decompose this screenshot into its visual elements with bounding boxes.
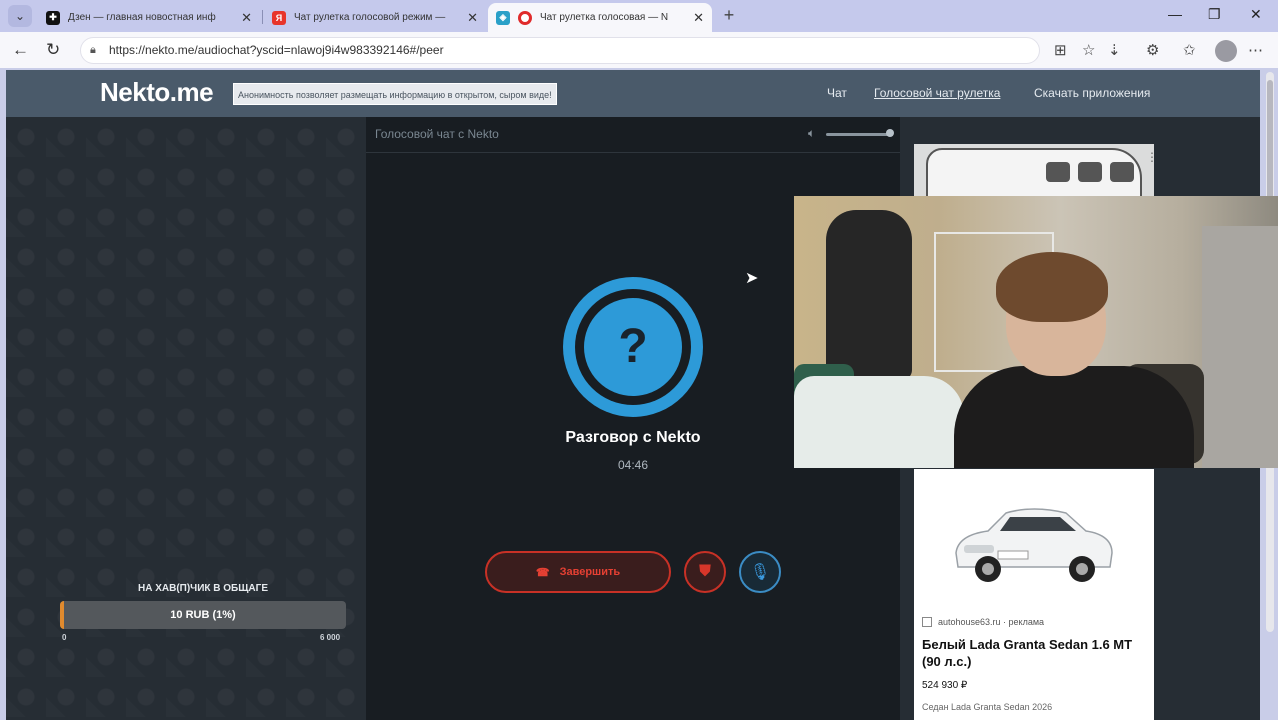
donation-min: 0 bbox=[62, 633, 67, 642]
ad-card[interactable]: autohouse63.ru · реклама Белый Lada Gran… bbox=[914, 469, 1154, 720]
ad-banner-top[interactable]: ⋮ bbox=[914, 144, 1154, 200]
van-window bbox=[1078, 162, 1102, 182]
tab-nekto[interactable]: ◈ Чат рулетка голосовая — N ✕ bbox=[488, 3, 712, 32]
download-icon[interactable]: ⇣ bbox=[1108, 41, 1121, 59]
ad-source-text: autohouse63.ru · реклама bbox=[938, 617, 1045, 627]
record-icon bbox=[518, 10, 532, 25]
new-tab-button[interactable]: + bbox=[718, 4, 740, 26]
yandex-icon: Я bbox=[272, 10, 286, 25]
ad-title[interactable]: Белый Lada Granta Sedan 1.6 MT (90 л.с.) bbox=[922, 636, 1150, 670]
microphone-icon: 🎙︎ bbox=[749, 564, 771, 581]
ad-price: 524 930 ₽ bbox=[922, 680, 968, 691]
end-call-button[interactable]: ☎ Завершить bbox=[485, 551, 671, 593]
webcam-pillow bbox=[794, 376, 964, 468]
profile-avatar[interactable] bbox=[1215, 40, 1237, 62]
webcam-person-body bbox=[954, 366, 1194, 468]
scrollbar-thumb[interactable] bbox=[1267, 80, 1273, 200]
tab-title: Дзен — главная новостная инф bbox=[68, 12, 216, 23]
site-header: Nekto.me Анонимность позволяет размещать… bbox=[6, 70, 1260, 117]
tab-actions-menu-icon[interactable]: ⌄ bbox=[8, 5, 32, 27]
van-window bbox=[1110, 162, 1134, 182]
end-call-label: Завершить bbox=[559, 566, 621, 578]
site-info-icon[interactable]: 🔒︎ bbox=[90, 38, 96, 63]
donation-progress-bar[interactable]: 10 RUB (1%) bbox=[60, 601, 346, 629]
nav-voice-chat[interactable]: Голосовой чат рулетка bbox=[874, 86, 1000, 100]
webcam-overlay bbox=[794, 196, 1278, 468]
volume-slider[interactable] bbox=[826, 133, 892, 136]
site-logo[interactable]: Nekto.me bbox=[100, 77, 214, 108]
nav-download-apps[interactable]: Скачать приложения bbox=[1034, 86, 1150, 100]
donation-amount: 10 RUB (1%) bbox=[170, 609, 236, 621]
volume-slider-handle[interactable] bbox=[886, 129, 894, 137]
back-icon[interactable]: ← bbox=[12, 40, 29, 60]
more-menu-icon[interactable]: ⋯ bbox=[1248, 41, 1263, 59]
tab-group-icon: ◈ bbox=[496, 10, 510, 25]
webcam-bunk bbox=[1202, 226, 1278, 468]
close-icon[interactable]: ✕ bbox=[241, 10, 252, 26]
mouse-cursor-icon: ➤ bbox=[745, 270, 759, 287]
microphone-button[interactable]: 🎙︎ bbox=[739, 551, 781, 593]
tab-yandex[interactable]: Я Чат рулетка голосовой режим — ✕ bbox=[264, 3, 486, 32]
left-panel: НА ХАВ(П)ЧИК В ОБЩАГЕ 10 RUB (1%) 0 6 00… bbox=[6, 117, 366, 720]
webcam-jacket bbox=[826, 210, 912, 380]
ad-description: Седан Lada Granta Sedan 2026 bbox=[922, 702, 1053, 712]
extensions-icon[interactable]: ⚙ bbox=[1146, 41, 1159, 59]
volume-icon[interactable]: 🔈︎ bbox=[808, 126, 815, 141]
ad-menu-icon[interactable]: ⋮ bbox=[1146, 150, 1154, 164]
tab-divider bbox=[262, 10, 263, 24]
van-image bbox=[926, 148, 1142, 200]
minimize-icon[interactable]: — bbox=[1168, 6, 1182, 22]
ad-source: autohouse63.ru · реклама bbox=[922, 617, 1044, 627]
favorites-icon[interactable]: ✩ bbox=[1183, 41, 1196, 59]
partner-avatar: ? bbox=[563, 277, 703, 417]
tab-dzen[interactable]: ✚ Дзен — главная новостная инф ✕ bbox=[38, 3, 260, 32]
close-icon[interactable]: ✕ bbox=[693, 10, 704, 26]
van-window bbox=[1046, 162, 1070, 182]
webcam-person-hair bbox=[996, 252, 1108, 322]
address-bar[interactable]: 🔒︎ https://nekto.me/audiochat?yscid=nlaw… bbox=[80, 37, 1040, 64]
chat-header-title: Голосовой чат с Nekto bbox=[375, 127, 499, 141]
tab-title: Чат рулетка голосовой режим — bbox=[294, 12, 446, 23]
restore-icon[interactable]: ❐ bbox=[1208, 6, 1221, 23]
dzen-icon: ✚ bbox=[46, 10, 60, 25]
car-image bbox=[955, 508, 1113, 582]
donation-max: 6 000 bbox=[320, 633, 341, 642]
close-icon[interactable]: ✕ bbox=[467, 10, 478, 26]
question-mark-icon: ? bbox=[584, 298, 682, 396]
donation-title: НА ХАВ(П)ЧИК В ОБЩАГЕ bbox=[138, 583, 268, 594]
close-window-icon[interactable]: ✕ bbox=[1250, 6, 1262, 23]
url-text: https://nekto.me/audiochat?yscid=nlawoj9… bbox=[109, 43, 444, 57]
report-shield-button[interactable]: ⛊ bbox=[684, 551, 726, 593]
nav-chat[interactable]: Чат bbox=[827, 86, 847, 100]
hang-up-icon: ☎ bbox=[535, 566, 550, 579]
address-toolbar: ← ↻ 🔒︎ https://nekto.me/audiochat?yscid=… bbox=[0, 32, 1278, 68]
tab-title: Чат рулетка голосовая — N bbox=[540, 12, 669, 23]
chat-header: Голосовой чат с Nekto 🔈︎ bbox=[366, 117, 900, 153]
tab-strip: ⌄ ✚ Дзен — главная новостная инф ✕ Я Чат… bbox=[0, 0, 1278, 32]
favorite-star-icon[interactable]: ☆ bbox=[1082, 41, 1095, 59]
shield-icon: ⛊ bbox=[698, 563, 711, 580]
apps-icon[interactable]: ⊞ bbox=[1054, 41, 1067, 59]
reload-icon[interactable]: ↻ bbox=[46, 40, 60, 60]
anonymity-notice: Анонимность позволяет размещать информац… bbox=[233, 83, 557, 105]
ad-source-icon bbox=[922, 617, 932, 627]
